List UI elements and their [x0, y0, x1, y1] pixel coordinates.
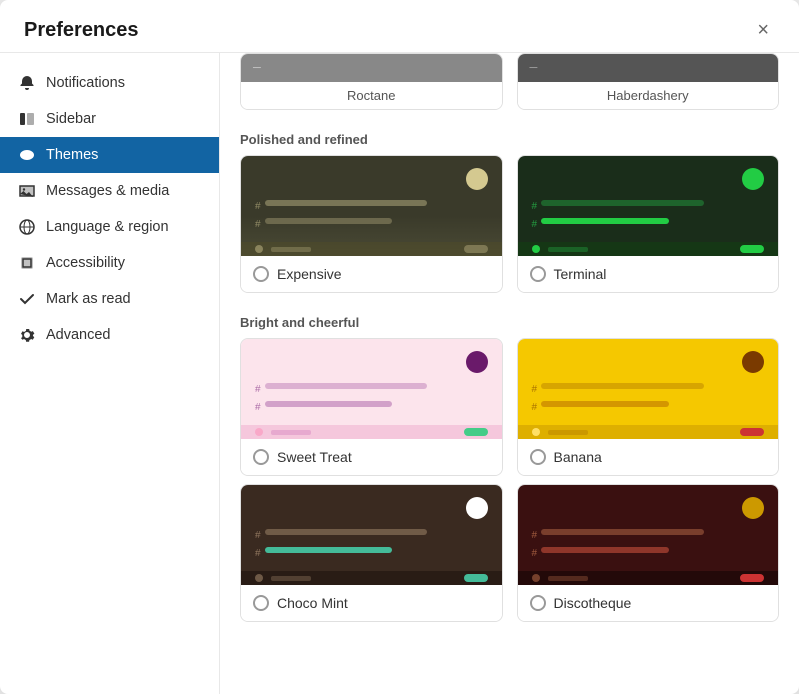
sidebar-item-mark-as-read[interactable]: Mark as read — [0, 281, 219, 317]
theme-footer-banana: Banana — [518, 439, 779, 475]
roctane-label: Roctane — [241, 82, 502, 109]
theme-card-banana[interactable]: # # — [517, 338, 780, 476]
section-polished-label: Polished and refined — [240, 118, 779, 155]
bell-icon — [18, 74, 36, 92]
section-bright-label: Bright and cheerful — [240, 301, 779, 338]
image-icon — [18, 182, 36, 200]
theme-card-roctane[interactable]: ─ Roctane — [240, 53, 503, 110]
sidebar-label-advanced: Advanced — [46, 327, 111, 343]
radio-sweettreat[interactable] — [253, 449, 269, 465]
globe-icon — [18, 218, 36, 236]
dialog-title: Preferences — [24, 19, 139, 42]
theme-card-chocomint[interactable]: # # — [240, 484, 503, 622]
sidebar-item-notifications[interactable]: Notifications — [0, 65, 219, 101]
theme-name-terminal: Terminal — [554, 266, 607, 282]
theme-preview-discotheque: # # — [518, 485, 779, 585]
close-button[interactable]: × — [751, 18, 775, 42]
sidebar-item-advanced[interactable]: Advanced — [0, 317, 219, 353]
radio-discotheque[interactable] — [530, 595, 546, 611]
theme-preview-expensive: # # — [241, 156, 502, 256]
partial-themes-row: ─ Roctane ─ Haberdashery — [240, 53, 779, 110]
theme-name-discotheque: Discotheque — [554, 595, 632, 611]
sidebar-label-mark-as-read: Mark as read — [46, 291, 131, 307]
theme-footer-terminal: Terminal — [518, 256, 779, 292]
sidebar-label-notifications: Notifications — [46, 75, 125, 91]
theme-preview-banana: # # — [518, 339, 779, 439]
sidebar-item-sidebar[interactable]: Sidebar — [0, 101, 219, 137]
sidebar-label-accessibility: Accessibility — [46, 255, 125, 271]
gear-icon — [18, 326, 36, 344]
theme-name-sweettreat: Sweet Treat — [277, 449, 352, 465]
sidebar: Notifications Sidebar Themes — [0, 53, 220, 694]
radio-terminal[interactable] — [530, 266, 546, 282]
sidebar-label-language-region: Language & region — [46, 219, 169, 235]
sidebar-label-sidebar: Sidebar — [46, 111, 96, 127]
radio-chocomint[interactable] — [253, 595, 269, 611]
theme-footer-expensive: Expensive — [241, 256, 502, 292]
haberdashery-label: Haberdashery — [518, 82, 779, 109]
eye-icon — [18, 146, 36, 164]
theme-footer-discotheque: Discotheque — [518, 585, 779, 621]
sidebar-label-themes: Themes — [46, 147, 98, 163]
more-themes-grid: # # — [240, 484, 779, 622]
theme-preview-sweettreat: # # — [241, 339, 502, 439]
theme-preview-chocomint: # # — [241, 485, 502, 585]
theme-card-discotheque[interactable]: # # — [517, 484, 780, 622]
sidebar-icon — [18, 110, 36, 128]
theme-preview-terminal: # # — [518, 156, 779, 256]
sidebar-item-themes[interactable]: Themes — [0, 137, 219, 173]
bright-themes-grid: # # — [240, 338, 779, 476]
theme-footer-chocomint: Choco Mint — [241, 585, 502, 621]
theme-card-haberdashery[interactable]: ─ Haberdashery — [517, 53, 780, 110]
sidebar-item-messages-media[interactable]: Messages & media — [0, 173, 219, 209]
theme-card-sweettreat[interactable]: # # — [240, 338, 503, 476]
theme-card-expensive[interactable]: # # — [240, 155, 503, 293]
radio-expensive[interactable] — [253, 266, 269, 282]
theme-card-terminal[interactable]: # # — [517, 155, 780, 293]
sidebar-item-language-region[interactable]: Language & region — [0, 209, 219, 245]
themes-content: ─ Roctane ─ Haberdashery Polished and re… — [220, 53, 799, 694]
theme-name-expensive: Expensive — [277, 266, 342, 282]
dialog-body: Notifications Sidebar Themes — [0, 53, 799, 694]
theme-name-chocomint: Choco Mint — [277, 595, 348, 611]
radio-banana[interactable] — [530, 449, 546, 465]
theme-footer-sweettreat: Sweet Treat — [241, 439, 502, 475]
dialog-header: Preferences × — [0, 0, 799, 53]
preferences-dialog: Preferences × Notifications Sidebar — [0, 0, 799, 694]
sidebar-item-accessibility[interactable]: Accessibility — [0, 245, 219, 281]
accessibility-icon — [18, 254, 36, 272]
theme-name-banana: Banana — [554, 449, 602, 465]
check-icon — [18, 290, 36, 308]
sidebar-label-messages-media: Messages & media — [46, 183, 169, 199]
polished-themes-grid: # # — [240, 155, 779, 293]
